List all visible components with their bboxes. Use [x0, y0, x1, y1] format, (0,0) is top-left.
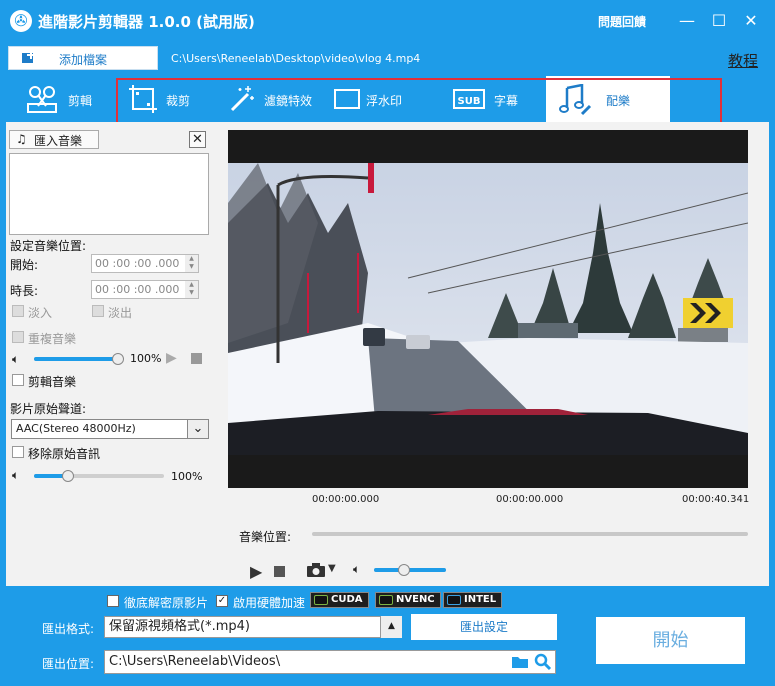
repeat-music-label: 重複音樂	[28, 332, 77, 346]
chevron-down-icon[interactable]: ⌄	[187, 419, 209, 439]
title-bar: ✇ 進階影片剪輯器 1.0.0 (試用版) 問題回饋 — ☐ ✕	[0, 0, 775, 42]
tutorial-link[interactable]: 教程	[728, 50, 758, 71]
original-volume-slider[interactable]	[34, 474, 164, 478]
original-volume-icon: 🔈︎	[12, 468, 20, 482]
music-volume-slider[interactable]	[34, 357, 122, 361]
duration-label: 時長:	[10, 284, 39, 298]
original-track-select[interactable]: AAC(Stereo 48000Hz)	[11, 419, 207, 439]
player-volume-knob[interactable]	[398, 564, 410, 576]
fade-out-checkbox[interactable]	[92, 305, 104, 317]
music-play-icon[interactable]: ▶	[166, 350, 177, 366]
start-time-field[interactable]: 00 :00 :00 .000	[91, 254, 199, 273]
add-file-label: 添加檔案	[59, 53, 108, 67]
original-track-label: 影片原始聲道:	[10, 402, 87, 416]
search-icon[interactable]	[534, 653, 552, 671]
output-format-label: 匯出格式:	[42, 622, 95, 636]
camera-dropdown-icon[interactable]: ▼	[328, 563, 336, 574]
output-bar: 徹底解密原影片 ✓ 啟用硬體加速 CUDA NVENC INTEL 匯出格式: …	[0, 586, 775, 686]
nvenc-badge: NVENC	[375, 592, 441, 608]
add-file-icon	[22, 51, 35, 63]
tabs-highlight-annotation	[116, 78, 722, 124]
music-icon: ♫	[16, 132, 27, 146]
volume-icon: 🔈︎	[12, 352, 20, 366]
add-file-button[interactable]: 添加檔案	[8, 46, 158, 70]
hw-accel-checkbox[interactable]: ✓	[216, 595, 228, 607]
trim-music-label: 剪輯音樂	[28, 375, 77, 389]
folder-icon[interactable]	[511, 655, 529, 669]
fade-in-checkbox[interactable]	[12, 305, 24, 317]
music-position-slider[interactable]	[312, 532, 748, 536]
tab-edit-label: 剪輯	[68, 94, 93, 108]
music-volume-value: 100%	[130, 352, 162, 365]
remove-music-button[interactable]: ✕	[189, 131, 206, 148]
set-music-position-label: 設定音樂位置:	[10, 239, 87, 253]
music-position-label: 音樂位置:	[239, 530, 292, 544]
video-preview[interactable]	[228, 130, 748, 488]
timeline-end-time: 00:00:40.341	[682, 494, 750, 505]
output-settings-button[interactable]: 匯出設定	[411, 614, 557, 640]
output-format-select[interactable]: 保留源視頻格式(*.mp4)	[104, 616, 402, 638]
import-music-label: 匯入音樂	[34, 134, 83, 148]
help-feedback-link[interactable]: 問題回饋	[598, 13, 646, 30]
original-volume-knob[interactable]	[62, 470, 74, 482]
play-icon[interactable]: ▶	[250, 562, 262, 581]
music-stop-icon[interactable]	[191, 353, 202, 364]
hw-accel-label: 啟用硬體加速	[233, 596, 306, 610]
output-location-field[interactable]: C:\Users\Reneelab\Videos\	[104, 650, 556, 674]
timeline-start-time: 00:00:00.000	[312, 494, 380, 505]
deinterlace-label: 徹底解密原影片	[124, 596, 209, 610]
music-volume-knob[interactable]	[112, 353, 124, 365]
player-volume-icon: 🔈︎	[353, 562, 361, 576]
start-time-spinner[interactable]: ▲ ▼	[185, 254, 199, 273]
scissors-film-icon	[27, 86, 57, 113]
nvidia-icon	[379, 595, 393, 605]
player-volume-slider[interactable]	[374, 568, 446, 572]
player-volume-fill	[374, 568, 446, 572]
fade-out-label: 淡出	[108, 306, 133, 320]
remove-original-audio-checkbox[interactable]	[12, 446, 24, 458]
cuda-badge: CUDA	[310, 592, 369, 608]
deinterlace-checkbox[interactable]	[107, 595, 119, 607]
intel-icon	[447, 595, 461, 605]
close-button[interactable]: ✕	[738, 8, 764, 34]
duration-field[interactable]: 00 :00 :00 .000	[91, 280, 199, 299]
nvenc-label: NVENC	[396, 594, 435, 605]
start-label: 開始:	[10, 258, 39, 272]
cuda-label: CUDA	[331, 594, 363, 605]
start-button[interactable]: 開始	[596, 617, 745, 664]
music-list[interactable]	[9, 153, 209, 235]
chevron-up-icon[interactable]: ▲	[380, 616, 402, 638]
stop-icon[interactable]	[274, 566, 285, 577]
trim-music-checkbox[interactable]	[12, 374, 24, 386]
nvidia-icon	[314, 595, 328, 605]
main-panel: ♫ 匯入音樂 ✕ 設定音樂位置: 開始: 00 :00 :00 .000 ▲ ▼ …	[6, 122, 769, 586]
output-location-label: 匯出位置:	[42, 657, 95, 671]
minimize-button[interactable]: —	[674, 8, 700, 34]
intel-label: INTEL	[464, 594, 497, 605]
camera-icon[interactable]	[306, 562, 326, 578]
import-music-button[interactable]: ♫ 匯入音樂	[9, 130, 99, 149]
original-volume-value: 100%	[171, 470, 203, 483]
maximize-button[interactable]: ☐	[706, 8, 732, 34]
remove-original-audio-label: 移除原始音訊	[28, 447, 101, 461]
fade-in-label: 淡入	[28, 306, 53, 320]
timeline-current-time: 00:00:00.000	[496, 494, 564, 505]
tab-edit[interactable]: 剪輯	[6, 76, 106, 122]
app-logo-icon: ✇	[10, 10, 32, 32]
video-frame-image	[228, 163, 748, 455]
intel-badge: INTEL	[443, 592, 503, 608]
repeat-music-checkbox[interactable]	[12, 331, 24, 343]
window-title: 進階影片剪輯器 1.0.0 (試用版)	[38, 13, 255, 31]
current-file-path: C:\Users\Reneelab\Desktop\video\vlog 4.m…	[171, 52, 421, 65]
music-volume-fill	[34, 357, 122, 361]
duration-spinner[interactable]: ▲ ▼	[185, 280, 199, 299]
